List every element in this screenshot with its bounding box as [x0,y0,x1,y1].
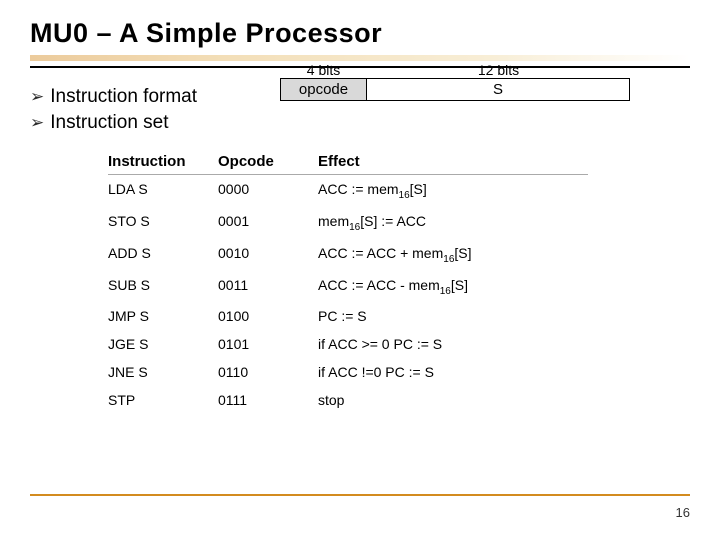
cell-opcode: 0100 [218,308,318,324]
bullet-arrow-icon: ➢ [30,112,44,135]
header-opcode: Opcode [218,153,318,170]
cell-instruction: JNE S [108,364,218,380]
cell-instruction: JMP S [108,308,218,324]
s-field: S [367,79,629,100]
list-item: ➢ Instruction set [30,110,690,136]
cell-instruction: JGE S [108,336,218,352]
footer-rule [30,494,690,496]
cell-opcode: 0001 [218,213,318,229]
cell-opcode: 0011 [218,277,318,293]
cell-instruction: SUB S [108,277,218,293]
cell-opcode: 0000 [218,181,318,197]
cell-effect: if ACC >= 0 PC := S [318,336,588,352]
cell-instruction: STP [108,392,218,408]
page-number: 16 [676,505,690,520]
cell-effect: if ACC !=0 PC := S [318,364,588,380]
cell-opcode: 0110 [218,364,318,380]
bits-label-4: 4 bits [280,62,367,78]
table-row: SUB S0011ACC := ACC - mem16[S] [108,271,588,303]
bits-label-12: 12 bits [367,62,630,78]
header-instruction: Instruction [108,153,218,170]
table-row: LDA S0000ACC := mem16[S] [108,175,588,207]
cell-instruction: STO S [108,213,218,229]
cell-effect: ACC := ACC - mem16[S] [318,277,588,297]
bullet-text: Instruction set [50,110,168,136]
cell-opcode: 0010 [218,245,318,261]
instruction-format-diagram: 4 bits 12 bits opcode S [280,62,630,101]
table-row: STO S0001mem16[S] := ACC [108,207,588,239]
opcode-field: opcode [281,79,367,100]
cell-effect: PC := S [318,308,588,324]
table-row: JMP S0100PC := S [108,302,588,330]
cell-effect: mem16[S] := ACC [318,213,588,233]
header-effect: Effect [318,153,588,170]
cell-effect: stop [318,392,588,408]
table-row: JGE S0101if ACC >= 0 PC := S [108,330,588,358]
table-row: STP0111stop [108,386,588,414]
cell-instruction: LDA S [108,181,218,197]
cell-effect: ACC := mem16[S] [318,181,588,201]
cell-opcode: 0111 [218,392,318,408]
bullet-arrow-icon: ➢ [30,86,44,109]
table-row: ADD S0010ACC := ACC + mem16[S] [108,239,588,271]
cell-instruction: ADD S [108,245,218,261]
cell-opcode: 0101 [218,336,318,352]
cell-effect: ACC := ACC + mem16[S] [318,245,588,265]
bullet-text: Instruction format [50,84,197,110]
slide-title: MU0 – A Simple Processor [0,0,720,49]
instruction-set-table: Instruction Opcode Effect LDA S0000ACC :… [108,153,588,414]
table-row: JNE S0110if ACC !=0 PC := S [108,358,588,386]
